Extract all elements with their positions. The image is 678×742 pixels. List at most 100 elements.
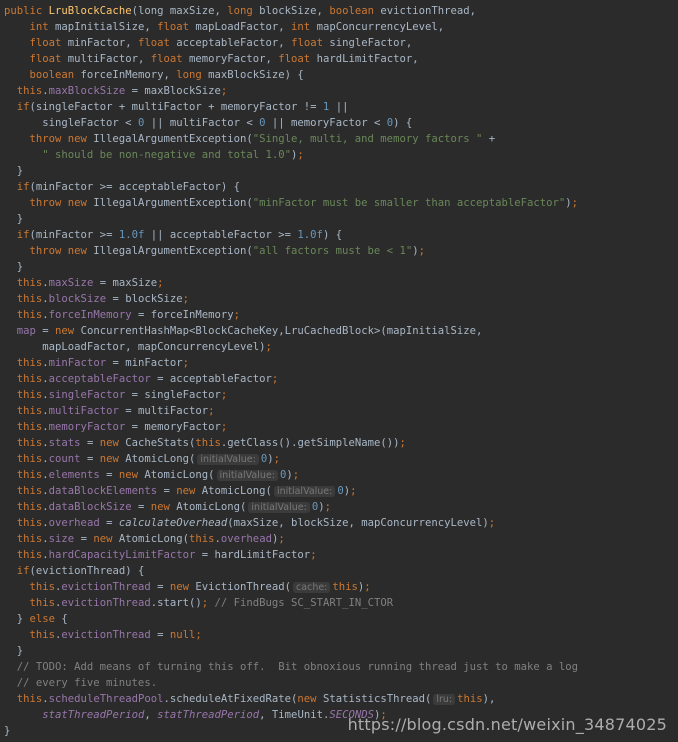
code-line[interactable]: } bbox=[4, 163, 678, 179]
keyword-token: new bbox=[176, 485, 202, 497]
parameter-hint: initialValue: bbox=[197, 454, 259, 465]
code-token: , bbox=[144, 709, 158, 721]
keyword-token: new bbox=[55, 325, 81, 337]
code-line[interactable]: this.minFactor = minFactor; bbox=[4, 355, 678, 371]
keyword-token: if bbox=[16, 229, 30, 241]
keyword-token: ; bbox=[182, 357, 190, 369]
field-token: maxBlockSize bbox=[48, 85, 126, 97]
code-token: (minFactor >= bbox=[29, 229, 119, 241]
code-token: = minFactor bbox=[106, 357, 183, 369]
keyword-token: this bbox=[189, 533, 215, 545]
keyword-token: public bbox=[4, 5, 49, 17]
code-line[interactable]: this.maxBlockSize = maxBlockSize; bbox=[4, 83, 678, 99]
code-token: + bbox=[482, 133, 496, 145]
code-line[interactable]: throw new IllegalArgumentException("Sing… bbox=[4, 131, 678, 147]
code-line[interactable]: this.singleFactor = singleFactor; bbox=[4, 387, 678, 403]
keyword-token: this bbox=[16, 453, 43, 465]
code-line[interactable]: } bbox=[4, 211, 678, 227]
code-token: mapLoadFactor, mapConcurrencyLevel) bbox=[4, 341, 266, 353]
keyword-token: this bbox=[457, 693, 483, 705]
code-line[interactable]: this.stats = new CacheStats(this.getClas… bbox=[4, 435, 678, 451]
keyword-token: new bbox=[150, 501, 177, 513]
code-line[interactable]: this.memoryFactor = memoryFactor; bbox=[4, 419, 678, 435]
field-token: hardCapacityLimitFactor bbox=[48, 549, 196, 561]
code-line[interactable]: if(minFactor >= 1.0f || acceptableFactor… bbox=[4, 227, 678, 243]
keyword-token: ; bbox=[488, 517, 496, 529]
code-token: = maxBlockSize bbox=[125, 85, 221, 97]
code-line[interactable]: if(evictionThread) { bbox=[4, 563, 678, 579]
keyword-token: new bbox=[297, 693, 323, 705]
string-token: "minFactor must be smaller than acceptab… bbox=[252, 197, 566, 209]
field-token: forceInMemory bbox=[48, 309, 132, 321]
code-line[interactable]: } bbox=[4, 259, 678, 275]
code-line[interactable]: if(singleFactor + multiFactor + memoryFa… bbox=[4, 99, 678, 115]
code-token: = bbox=[99, 517, 119, 529]
code-line[interactable]: throw new IllegalArgumentException("all … bbox=[4, 243, 678, 259]
keyword-token: new bbox=[118, 469, 145, 481]
code-line[interactable]: this.evictionThread = null; bbox=[4, 627, 678, 643]
code-token: IllegalArgumentException( bbox=[93, 245, 253, 257]
code-line[interactable]: this.acceptableFactor = acceptableFactor… bbox=[4, 371, 678, 387]
keyword-token: int bbox=[29, 21, 56, 33]
keyword-token: ; bbox=[571, 197, 579, 209]
code-token: { bbox=[61, 613, 68, 625]
code-line[interactable]: this.forceInMemory = forceInMemory; bbox=[4, 307, 678, 323]
code-line[interactable]: this.evictionThread = new EvictionThread… bbox=[4, 579, 678, 595]
field-token: size bbox=[48, 533, 75, 545]
code-line[interactable]: this.elements = new AtomicLong(initialVa… bbox=[4, 467, 678, 483]
code-line[interactable]: this.multiFactor = multiFactor; bbox=[4, 403, 678, 419]
code-line[interactable]: float minFactor, float acceptableFactor,… bbox=[4, 35, 678, 51]
code-line[interactable]: map = new ConcurrentHashMap<BlockCacheKe… bbox=[4, 323, 678, 339]
code-line[interactable]: this.evictionThread.start(); // FindBugs… bbox=[4, 595, 678, 611]
field-token: map bbox=[16, 325, 36, 337]
code-line[interactable]: // TODO: Add means of turning this off. … bbox=[4, 659, 678, 675]
code-token: AtomicLong( bbox=[125, 453, 196, 465]
code-token: AtomicLong( bbox=[176, 501, 247, 513]
field-token: singleFactor bbox=[48, 389, 126, 401]
keyword-token: ; bbox=[310, 549, 317, 561]
code-token: = bbox=[131, 501, 151, 513]
keyword-token: throw new bbox=[29, 133, 94, 145]
code-line[interactable]: float multiFactor, float memoryFactor, f… bbox=[4, 51, 678, 67]
code-line[interactable]: this.dataBlockSize = new AtomicLong(init… bbox=[4, 499, 678, 515]
code-line[interactable]: this.maxSize = maxSize; bbox=[4, 275, 678, 291]
keyword-token: ; bbox=[265, 341, 272, 353]
code-line[interactable]: this.count = new AtomicLong(initialValue… bbox=[4, 451, 678, 467]
code-line[interactable]: this.hardCapacityLimitFactor = hardLimit… bbox=[4, 547, 678, 563]
code-line[interactable]: this.overhead = calculateOverhead(maxSiz… bbox=[4, 515, 678, 531]
keyword-token: this bbox=[16, 693, 43, 705]
code-line[interactable]: boolean forceInMemory, long maxBlockSize… bbox=[4, 67, 678, 83]
code-line[interactable]: this.blockSize = blockSize; bbox=[4, 291, 678, 307]
code-line[interactable]: this.scheduleThreadPool.scheduleAtFixedR… bbox=[4, 691, 678, 707]
code-line[interactable]: mapLoadFactor, mapConcurrencyLevel); bbox=[4, 339, 678, 355]
code-token: = bbox=[99, 469, 119, 481]
code-line[interactable]: public LruBlockCache(long maxSize, long … bbox=[4, 3, 678, 19]
keyword-token: boolean bbox=[29, 69, 81, 81]
keyword-token: this bbox=[16, 405, 43, 417]
code-line[interactable]: singleFactor < 0 || multiFactor < 0 || m… bbox=[4, 115, 678, 131]
keyword-token: this bbox=[332, 581, 358, 593]
code-line[interactable]: this.size = new AtomicLong(this.overhead… bbox=[4, 531, 678, 547]
code-token: = multiFactor bbox=[118, 405, 209, 417]
code-editor[interactable]: public LruBlockCache(long maxSize, long … bbox=[0, 0, 678, 742]
code-line[interactable]: " should be non-negative and total 1.0")… bbox=[4, 147, 678, 163]
code-line[interactable]: } else { bbox=[4, 611, 678, 627]
keyword-token: new bbox=[99, 453, 126, 465]
keyword-token: ; bbox=[324, 501, 332, 513]
code-line[interactable]: this.dataBlockElements = new AtomicLong(… bbox=[4, 483, 678, 499]
code-line[interactable]: } bbox=[4, 643, 678, 659]
field-token: memoryFactor bbox=[48, 421, 126, 433]
code-line[interactable]: if(minFactor >= acceptableFactor) { bbox=[4, 179, 678, 195]
code-line[interactable]: // every five minutes. bbox=[4, 675, 678, 691]
code-line[interactable]: int mapInitialSize, float mapLoadFactor,… bbox=[4, 19, 678, 35]
code-line[interactable]: throw new IllegalArgumentException("minF… bbox=[4, 195, 678, 211]
